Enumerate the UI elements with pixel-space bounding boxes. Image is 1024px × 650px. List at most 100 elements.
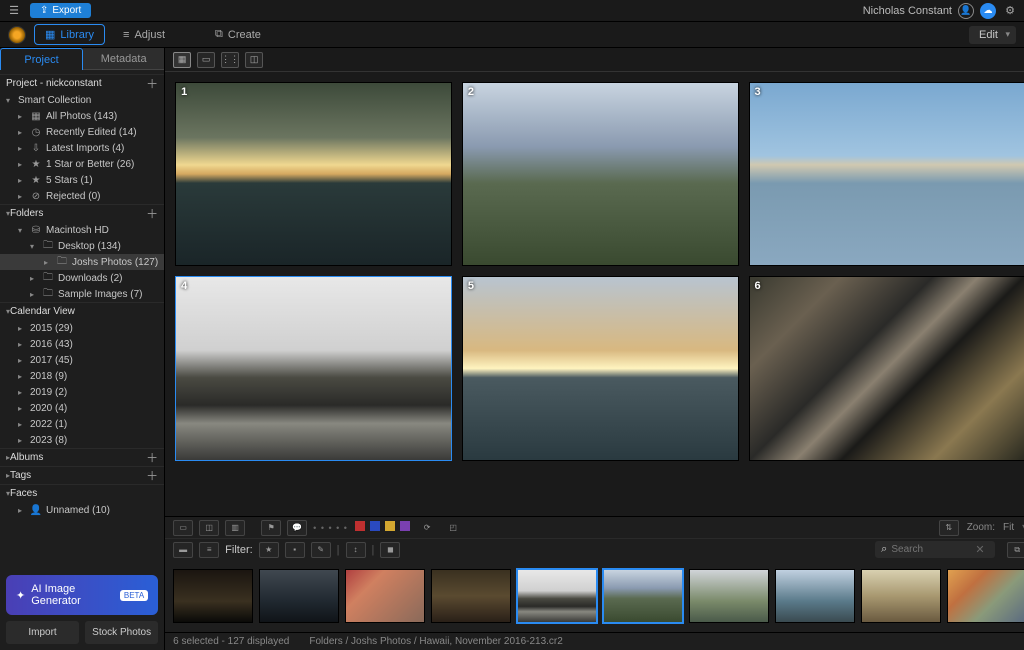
tab-create[interactable]: ⧉Create bbox=[205, 25, 271, 44]
label-icon[interactable]: ◼ bbox=[380, 542, 400, 558]
sc-latest-imports[interactable]: ▸⇩Latest Imports (4) bbox=[0, 140, 164, 156]
path-status: Folders / Joshs Photos / Hawaii, Novembe… bbox=[309, 636, 562, 647]
edit-dropdown[interactable]: Edit bbox=[969, 26, 1016, 44]
export-button[interactable]: ⇪Export bbox=[30, 3, 91, 18]
folder-joshs-photos[interactable]: ▸🗀Joshs Photos (127) bbox=[0, 254, 164, 270]
filter-edit-icon[interactable]: ✎ bbox=[311, 542, 331, 558]
search-box[interactable]: ⌕ ✕ bbox=[875, 541, 995, 558]
folder-icon: 🗀 bbox=[56, 256, 68, 268]
folder-sample-images[interactable]: ▸🗀Sample Images (7) bbox=[0, 286, 164, 302]
rotate-icon[interactable]: ⟳ bbox=[417, 520, 437, 536]
filter-star-icon[interactable]: ★ bbox=[259, 542, 279, 558]
add-tag-icon[interactable]: ＋ bbox=[146, 467, 158, 484]
sidebar-toggle-icon[interactable]: ☰ bbox=[6, 3, 22, 19]
sort-icon[interactable]: ⇅ bbox=[939, 520, 959, 536]
filmstrip-thumb[interactable] bbox=[947, 569, 1024, 623]
external-icon[interactable]: ⧉ bbox=[1007, 542, 1024, 558]
sidebar-tab-metadata[interactable]: Metadata bbox=[83, 48, 164, 70]
swatch-blue[interactable] bbox=[370, 521, 380, 531]
stock-photos-button[interactable]: Stock Photos bbox=[85, 621, 158, 644]
crop-icon[interactable]: ◰ bbox=[443, 520, 463, 536]
layout-3-icon[interactable]: ▥ bbox=[225, 520, 245, 536]
faces-header[interactable]: ▾Faces bbox=[0, 484, 164, 502]
grid-thumb[interactable]: 2 bbox=[462, 82, 739, 266]
calendar-header[interactable]: ▾Calendar View bbox=[0, 302, 164, 320]
folders-header[interactable]: ▾Folders＋ bbox=[0, 204, 164, 222]
year-2017[interactable]: ▸2017 (45) bbox=[0, 352, 164, 368]
user-avatar-icon[interactable]: 👤 bbox=[958, 3, 974, 19]
view-grid-icon[interactable]: ▦ bbox=[173, 52, 191, 68]
filmstrip-thumb[interactable] bbox=[775, 569, 855, 623]
layout-2-icon[interactable]: ◫ bbox=[199, 520, 219, 536]
ai-image-generator-button[interactable]: ✦ AI Image Generator BETA bbox=[6, 575, 158, 615]
swatch-red[interactable] bbox=[355, 521, 365, 531]
tab-adjust[interactable]: ≡Adjust bbox=[113, 26, 175, 44]
year-2023[interactable]: ▸2023 (8) bbox=[0, 432, 164, 448]
project-tree: Project - nickconstant＋ ▾Smart Collectio… bbox=[0, 70, 164, 569]
cloud-icon[interactable]: ☁ bbox=[980, 3, 996, 19]
add-folder-icon[interactable]: ＋ bbox=[146, 205, 158, 222]
year-2015[interactable]: ▸2015 (29) bbox=[0, 320, 164, 336]
view-compare-icon[interactable]: ◫ bbox=[245, 52, 263, 68]
view-list-icon[interactable]: ≡ bbox=[199, 542, 219, 558]
filmstrip-thumb[interactable] bbox=[603, 569, 683, 623]
filter-color-icon[interactable]: ▪ bbox=[285, 542, 305, 558]
search-input[interactable] bbox=[891, 544, 971, 555]
smart-collection-header[interactable]: ▾Smart Collection bbox=[0, 92, 164, 108]
sc-rejected[interactable]: ▸⊘Rejected (0) bbox=[0, 188, 164, 204]
grid-thumb[interactable]: 3 bbox=[749, 82, 1024, 266]
sidebar-tab-project[interactable]: Project bbox=[0, 48, 83, 70]
filmstrip-thumb[interactable] bbox=[173, 569, 253, 623]
view-strip-icon[interactable]: ▬ bbox=[173, 542, 193, 558]
filmstrip-thumb[interactable] bbox=[259, 569, 339, 623]
reject-icon: ⊘ bbox=[30, 190, 42, 202]
grid-thumb[interactable]: 5 bbox=[462, 276, 739, 460]
filmstrip bbox=[165, 560, 1024, 632]
grid-thumb[interactable]: 1 bbox=[175, 82, 452, 266]
sc-all-photos[interactable]: ▸▦All Photos (143) bbox=[0, 108, 164, 124]
grid-thumb[interactable]: 4 bbox=[175, 276, 452, 460]
sc-5stars[interactable]: ▸★5 Stars (1) bbox=[0, 172, 164, 188]
star-icon: ★ bbox=[30, 174, 42, 186]
add-album-icon[interactable]: ＋ bbox=[146, 449, 158, 466]
add-project-icon[interactable]: ＋ bbox=[146, 75, 158, 92]
filmstrip-thumb[interactable] bbox=[689, 569, 769, 623]
color-labels[interactable] bbox=[354, 521, 411, 534]
grid-thumb[interactable]: 6 bbox=[749, 276, 1024, 460]
tags-header[interactable]: ▸Tags＋ bbox=[0, 466, 164, 484]
year-2022[interactable]: ▸2022 (1) bbox=[0, 416, 164, 432]
settings-icon[interactable]: ⚙ bbox=[1002, 3, 1018, 19]
folder-desktop[interactable]: ▾🗀Desktop (134) bbox=[0, 238, 164, 254]
swatch-yellow[interactable] bbox=[385, 521, 395, 531]
year-2019[interactable]: ▸2019 (2) bbox=[0, 384, 164, 400]
swatch-purple[interactable] bbox=[400, 521, 410, 531]
sc-recently-edited[interactable]: ▸◷Recently Edited (14) bbox=[0, 124, 164, 140]
layout-1-icon[interactable]: ▭ bbox=[173, 520, 193, 536]
tab-library[interactable]: ▦Library bbox=[34, 24, 105, 45]
year-2016[interactable]: ▸2016 (43) bbox=[0, 336, 164, 352]
zoom-value[interactable]: Fit bbox=[1003, 522, 1014, 533]
year-2018[interactable]: ▸2018 (9) bbox=[0, 368, 164, 384]
view-thumbs-icon[interactable]: ⋮⋮ bbox=[221, 52, 239, 68]
sort-order-icon[interactable]: ↕ bbox=[346, 542, 366, 558]
year-2020[interactable]: ▸2020 (4) bbox=[0, 400, 164, 416]
import-button[interactable]: Import bbox=[6, 621, 79, 644]
view-toolbar: ▦ ▭ ⋮⋮ ◫ bbox=[165, 48, 1024, 72]
selection-status: 6 selected - 127 displayed bbox=[173, 636, 289, 647]
star-rating[interactable]: • • • • • bbox=[313, 523, 348, 533]
filmstrip-thumb[interactable] bbox=[431, 569, 511, 623]
folder-macintosh-hd[interactable]: ▾⛁Macintosh HD bbox=[0, 222, 164, 238]
flag-icon[interactable]: ⚑ bbox=[261, 520, 281, 536]
filmstrip-thumb[interactable] bbox=[345, 569, 425, 623]
filmstrip-thumb[interactable] bbox=[861, 569, 941, 623]
faces-unnamed[interactable]: ▸👤Unnamed (10) bbox=[0, 502, 164, 518]
filmstrip-thumb[interactable] bbox=[517, 569, 597, 623]
folder-icon: 🗀 bbox=[42, 288, 54, 300]
clear-search-icon[interactable]: ✕ bbox=[975, 543, 984, 556]
albums-header[interactable]: ▸Albums＋ bbox=[0, 448, 164, 466]
view-single-icon[interactable]: ▭ bbox=[197, 52, 215, 68]
project-header: Project - nickconstant＋ bbox=[0, 74, 164, 92]
chat-icon[interactable]: 💬 bbox=[287, 520, 307, 536]
folder-downloads[interactable]: ▸🗀Downloads (2) bbox=[0, 270, 164, 286]
sc-1star[interactable]: ▸★1 Star or Better (26) bbox=[0, 156, 164, 172]
